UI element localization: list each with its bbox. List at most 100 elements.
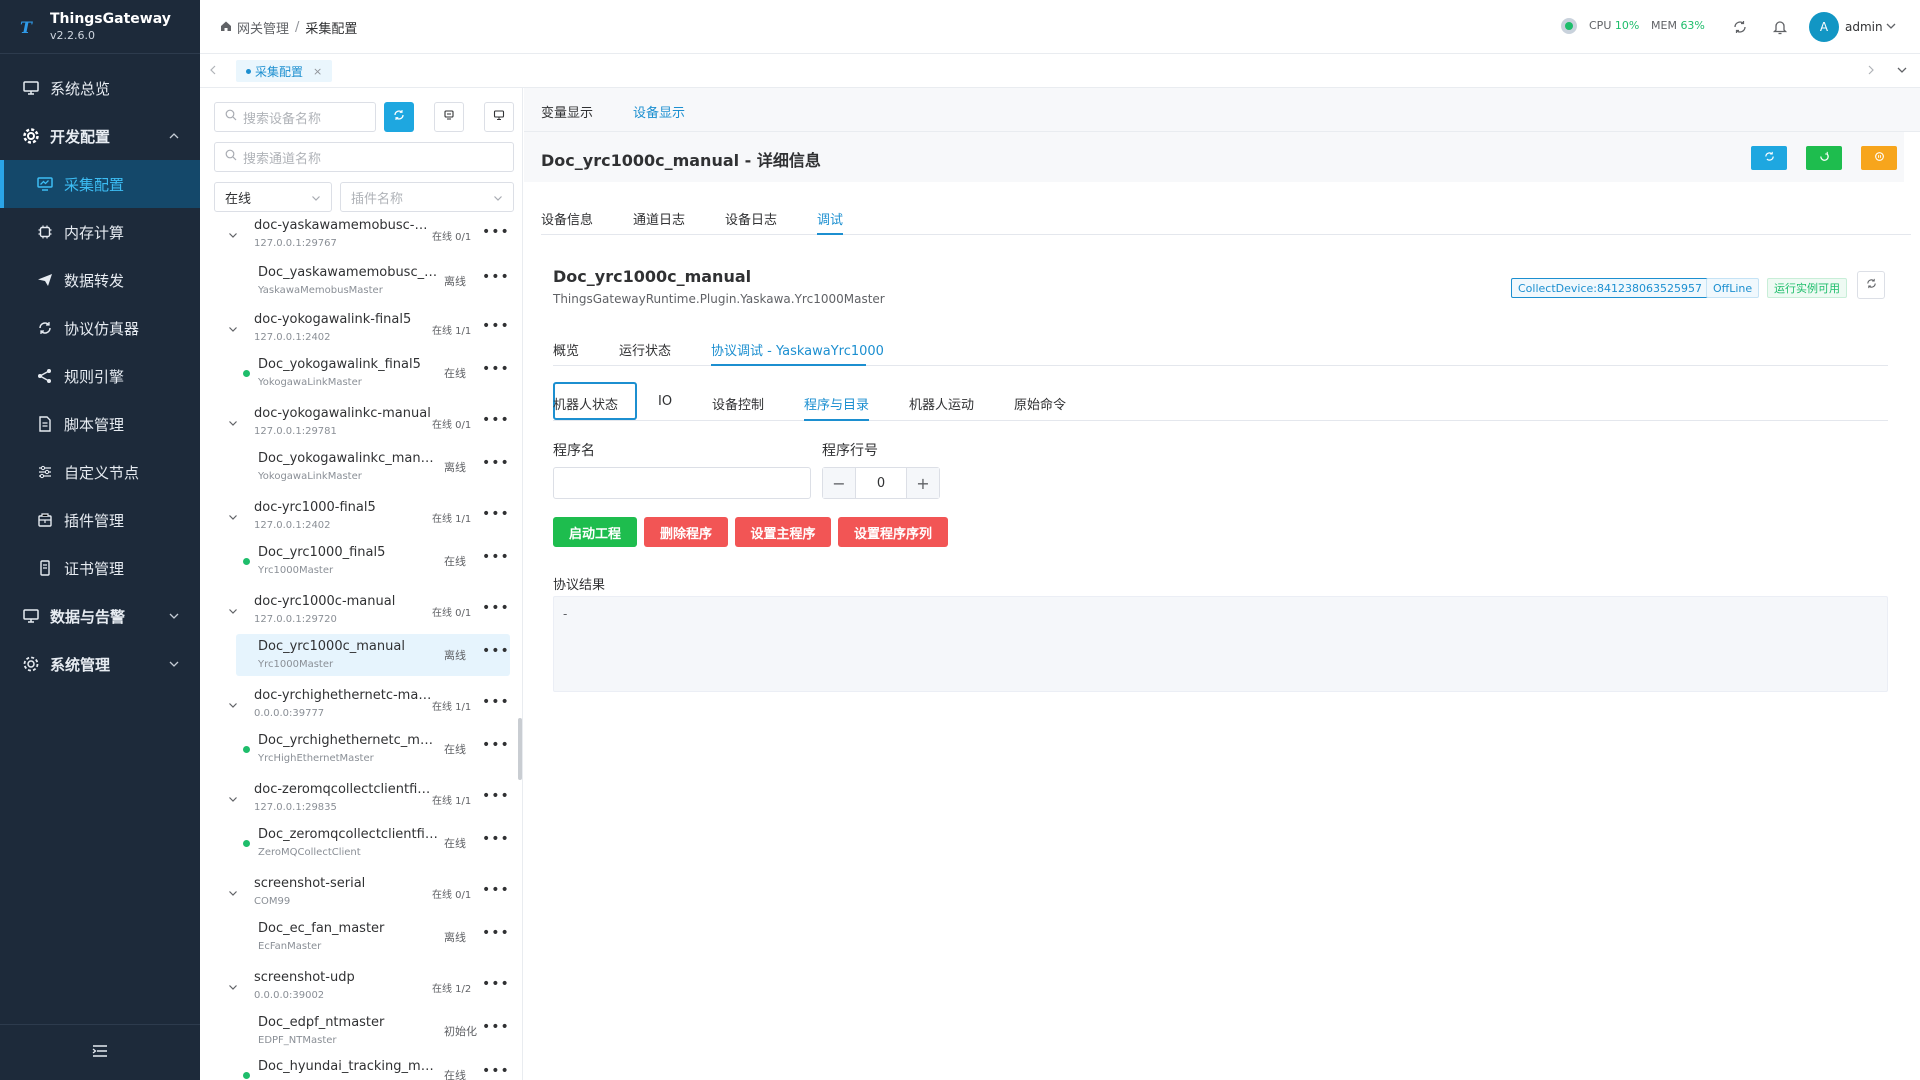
- tree-device-row[interactable]: Doc_yokogawalink_final5 YokogawaLinkMast…: [236, 352, 510, 394]
- more-icon[interactable]: •••: [482, 788, 510, 804]
- tree-channel-row[interactable]: doc-yrc1000-final5 127.0.0.1:2402 在线 1/1…: [200, 496, 510, 540]
- tree-scrollbar[interactable]: [518, 718, 522, 780]
- more-icon[interactable]: •••: [482, 1063, 510, 1079]
- plc-view-button[interactable]: [434, 102, 464, 132]
- tab-program-directory[interactable]: 程序与目录: [804, 394, 869, 413]
- tab-channel-log[interactable]: 通道日志: [633, 209, 685, 228]
- more-icon[interactable]: •••: [482, 318, 510, 334]
- chevron-down-icon[interactable]: [1896, 64, 1908, 80]
- tab-io[interactable]: IO: [658, 394, 672, 409]
- more-icon[interactable]: •••: [482, 455, 510, 471]
- sidebar-item-custom-node[interactable]: 自定义节点: [0, 448, 200, 496]
- chevron-down-icon[interactable]: [228, 416, 238, 432]
- set-program-sequence-button[interactable]: 设置程序序列: [838, 517, 948, 547]
- line-number-stepper[interactable]: − 0 +: [822, 467, 940, 499]
- tab-collect-config[interactable]: 采集配置 ×: [236, 60, 333, 82]
- refresh-icon[interactable]: [1730, 17, 1750, 37]
- sidebar-item-rule-engine[interactable]: 规则引擎: [0, 352, 200, 400]
- chevron-down-icon[interactable]: [228, 322, 238, 338]
- restart-button[interactable]: [1806, 146, 1842, 170]
- more-icon[interactable]: •••: [482, 1019, 510, 1035]
- tree-device-row[interactable]: Doc_zeromqcollectclientfinal... ZeroMQCo…: [236, 822, 510, 864]
- more-icon[interactable]: •••: [482, 694, 510, 710]
- tree-device-row[interactable]: Doc_yrchighethernetc_manual YrcHighEther…: [236, 728, 510, 770]
- search-device-input[interactable]: 搜索设备名称: [214, 102, 376, 132]
- more-icon[interactable]: •••: [482, 643, 510, 659]
- tab-overview[interactable]: 概览: [553, 340, 579, 359]
- sidebar-item-system-manage[interactable]: 系统管理: [0, 640, 200, 688]
- tree-device-row[interactable]: Doc_edpf_ntmaster EDPF_NTMaster 初始化 •••: [236, 1010, 510, 1052]
- tab-robot-status[interactable]: 机器人状态: [553, 394, 618, 413]
- sidebar-item-data-forward[interactable]: 数据转发: [0, 256, 200, 304]
- tree-channel-row[interactable]: doc-yrc1000c-manual 127.0.0.1:29720 在线 0…: [200, 590, 510, 634]
- tree-channel-row[interactable]: screenshot-udp 0.0.0.0:39002 在线 1/2 •••: [200, 966, 510, 1010]
- sidebar-item-data-alarm[interactable]: 数据与告警: [0, 592, 200, 640]
- tab-device-log[interactable]: 设备日志: [725, 209, 777, 228]
- plugin-filter-select[interactable]: 插件名称: [340, 182, 514, 212]
- sidebar-item-dev-config[interactable]: 开发配置: [0, 112, 200, 160]
- tree-device-row[interactable]: Doc_hyundai_tracking_master 在线 •••: [236, 1054, 510, 1080]
- more-icon[interactable]: •••: [482, 269, 510, 285]
- tree-channel-row[interactable]: screenshot-serial COM99 在线 0/1 •••: [200, 872, 510, 916]
- program-name-input[interactable]: [553, 467, 811, 499]
- tab-protocol-debug[interactable]: 协议调试 - YaskawaYrc1000: [711, 340, 884, 359]
- delete-program-button[interactable]: 删除程序: [644, 517, 728, 547]
- tab-raw-command[interactable]: 原始命令: [1014, 394, 1066, 413]
- close-icon[interactable]: ×: [313, 65, 322, 78]
- tree-channel-row[interactable]: doc-yrchighethernetc-man... 0.0.0.0:3977…: [200, 684, 510, 728]
- more-icon[interactable]: •••: [482, 412, 510, 428]
- sidebar-item-cert-manage[interactable]: 证书管理: [0, 544, 200, 592]
- tab-device-control[interactable]: 设备控制: [712, 394, 764, 413]
- tab-variable-view[interactable]: 变量显示: [541, 102, 593, 121]
- refresh-button[interactable]: [1751, 146, 1787, 170]
- more-icon[interactable]: •••: [482, 361, 510, 377]
- chevron-down-icon[interactable]: [228, 510, 238, 526]
- avatar[interactable]: A: [1809, 12, 1839, 42]
- sidebar-collapse-button[interactable]: [0, 1024, 200, 1080]
- chevron-down-icon[interactable]: [228, 604, 238, 620]
- more-icon[interactable]: •••: [482, 882, 510, 898]
- chevron-right-icon[interactable]: [1866, 64, 1876, 80]
- tab-device-info[interactable]: 设备信息: [541, 209, 593, 228]
- more-icon[interactable]: •••: [482, 600, 510, 616]
- refresh-tree-button[interactable]: [384, 102, 414, 132]
- tree-device-row[interactable]: Doc_ec_fan_master EcFanMaster 离线 •••: [236, 916, 510, 958]
- tab-robot-motion[interactable]: 机器人运动: [909, 394, 974, 413]
- username[interactable]: admin: [1845, 20, 1883, 34]
- set-main-program-button[interactable]: 设置主程序: [735, 517, 831, 547]
- tab-runtime-status[interactable]: 运行状态: [619, 340, 671, 359]
- more-icon[interactable]: •••: [482, 549, 510, 565]
- chevron-down-icon[interactable]: [228, 792, 238, 808]
- tree-device-row[interactable]: Doc_yaskawamemobusc_ma... YaskawaMemobus…: [236, 260, 510, 302]
- brand[interactable]: T ThingsGateway v2.2.6.0: [0, 0, 200, 54]
- chevron-down-icon[interactable]: [228, 886, 238, 902]
- more-icon[interactable]: •••: [482, 831, 510, 847]
- search-channel-input[interactable]: 搜索通道名称: [214, 142, 514, 172]
- sidebar-item-collect-config[interactable]: 采集配置: [0, 160, 200, 208]
- chevron-down-icon[interactable]: [1881, 16, 1901, 36]
- minus-icon[interactable]: −: [823, 468, 855, 498]
- line-number-value[interactable]: 0: [855, 468, 907, 498]
- tree-channel-row[interactable]: doc-yokogawalinkc-manual 127.0.0.1:29781…: [200, 402, 510, 446]
- bell-icon[interactable]: [1770, 17, 1790, 37]
- sidebar-item-protocol-simulator[interactable]: 协议仿真器: [0, 304, 200, 352]
- sidebar-item-plugin-manage[interactable]: 插件管理: [0, 496, 200, 544]
- sidebar-item-overview[interactable]: 系统总览: [0, 64, 200, 112]
- chevron-down-icon[interactable]: [228, 228, 238, 244]
- monitor-view-button[interactable]: [484, 102, 514, 132]
- chevron-down-icon[interactable]: [228, 698, 238, 714]
- tree-channel-row[interactable]: doc-yaskawamemobusc-m... 127.0.0.1:29767…: [200, 214, 510, 258]
- more-icon[interactable]: •••: [482, 925, 510, 941]
- tree-device-row[interactable]: Doc_yrc1000_final5 Yrc1000Master 在线 •••: [236, 540, 510, 582]
- more-icon[interactable]: •••: [482, 506, 510, 522]
- pause-button[interactable]: [1861, 146, 1897, 170]
- chevron-left-icon[interactable]: [208, 64, 218, 80]
- sidebar-item-script-manage[interactable]: 脚本管理: [0, 400, 200, 448]
- plus-icon[interactable]: +: [907, 468, 939, 498]
- start-project-button[interactable]: 启动工程: [553, 517, 637, 547]
- breadcrumb-item[interactable]: 网关管理: [237, 18, 289, 37]
- tree-device-row[interactable]: Doc_yokogawalinkc_manual YokogawaLinkMas…: [236, 446, 510, 488]
- more-icon[interactable]: •••: [482, 976, 510, 992]
- more-icon[interactable]: •••: [482, 224, 510, 240]
- chevron-down-icon[interactable]: [228, 980, 238, 996]
